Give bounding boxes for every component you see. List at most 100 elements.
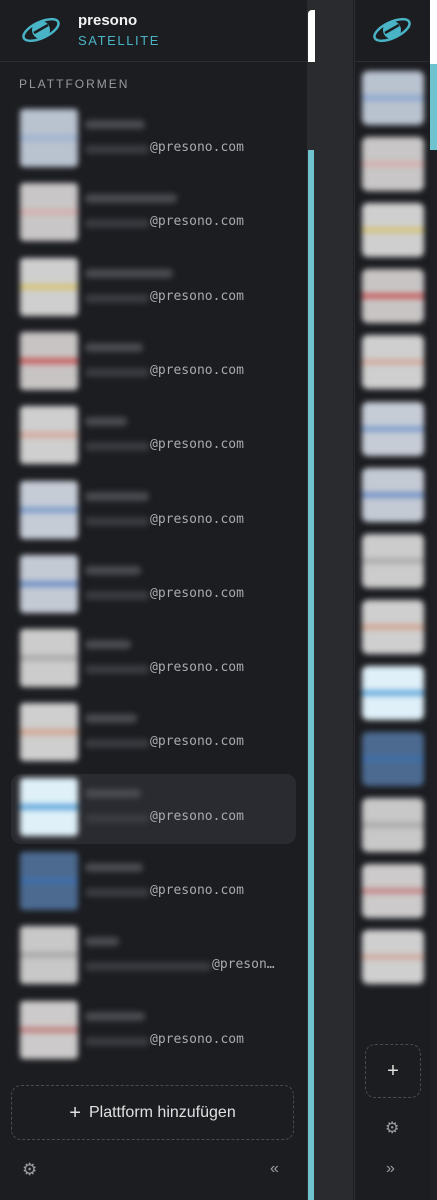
rail-platform-thumbnail[interactable] bbox=[362, 335, 424, 390]
section-title: PLATTFORMEN bbox=[19, 77, 130, 91]
platform-thumbnail bbox=[20, 703, 78, 762]
rail-platform-thumbnail[interactable] bbox=[362, 533, 424, 588]
rail-platform-thumbnail[interactable] bbox=[362, 599, 424, 654]
platform-name-redacted bbox=[85, 120, 145, 129]
collapsed-platform-rail: + ⚙ » bbox=[354, 0, 431, 1200]
collapse-sidebar-icon[interactable]: « bbox=[270, 1160, 279, 1178]
rail-platform-thumbnail[interactable] bbox=[362, 798, 424, 853]
add-platform-button[interactable]: + Plattform hinzufügen bbox=[11, 1085, 294, 1140]
platform-user-redacted bbox=[85, 219, 149, 229]
platform-thumbnail bbox=[20, 109, 78, 167]
platform-email-domain: @presono.com bbox=[150, 1031, 244, 1047]
platform-email-domain: @presono.com bbox=[150, 437, 244, 453]
platform-name-redacted bbox=[85, 491, 149, 501]
platform-user-redacted bbox=[85, 739, 149, 749]
platform-email-domain: @presono.com bbox=[150, 362, 244, 378]
platform-user-redacted bbox=[85, 145, 149, 154]
content-teal-strip bbox=[308, 150, 314, 1200]
add-platform-label: Plattform hinzufügen bbox=[88, 1103, 236, 1121]
platform-list-item[interactable]: @presono.com bbox=[11, 477, 296, 547]
platform-email-domain: @presono.com bbox=[150, 734, 244, 750]
app-content-area bbox=[308, 0, 353, 1200]
settings-gear-icon[interactable]: ⚙ bbox=[22, 1160, 37, 1180]
expand-sidebar-icon[interactable]: » bbox=[386, 1160, 395, 1178]
platform-thumbnail bbox=[20, 777, 78, 836]
platform-list-item[interactable]: @presono.com bbox=[11, 179, 296, 249]
platform-user-redacted bbox=[85, 293, 149, 303]
platform-email-domain: @presono.com bbox=[150, 288, 244, 304]
platform-list-item[interactable]: @preson… bbox=[11, 922, 296, 992]
platform-sidebar: presono SATELLITE PLATTFORMEN @presono.c… bbox=[0, 0, 308, 1200]
rail-add-platform-button[interactable]: + bbox=[365, 1044, 421, 1098]
brand-subtitle: SATELLITE bbox=[78, 33, 161, 48]
platform-thumbnail bbox=[20, 406, 78, 465]
platform-thumbnail bbox=[20, 257, 78, 316]
platform-name-redacted bbox=[85, 417, 127, 427]
rail-platform-thumbnail[interactable] bbox=[362, 137, 424, 192]
platform-list-item[interactable]: @presono.com bbox=[11, 848, 296, 918]
platform-email-domain: @presono.com bbox=[150, 214, 244, 230]
rail-platform-thumbnail[interactable] bbox=[362, 467, 424, 522]
platform-list-item[interactable]: @presono.com bbox=[11, 551, 296, 621]
platform-list-item[interactable]: @presono.com bbox=[11, 328, 296, 398]
platform-email-domain: @presono.com bbox=[150, 511, 244, 527]
plus-icon: + bbox=[69, 1101, 81, 1124]
rail-platform-thumbnail[interactable] bbox=[362, 930, 424, 985]
platform-list-item[interactable]: @presono.com bbox=[11, 402, 296, 472]
planet-logo-icon[interactable] bbox=[371, 13, 413, 47]
platform-name-redacted bbox=[85, 268, 173, 278]
rail-divider bbox=[355, 61, 430, 62]
platform-user-redacted bbox=[85, 442, 149, 452]
rail-platform-thumbnail[interactable] bbox=[362, 71, 424, 125]
content-header-strip bbox=[308, 10, 315, 62]
rail-platform-thumbnail[interactable] bbox=[362, 864, 424, 919]
platform-email-domain: @preson… bbox=[212, 957, 275, 973]
platform-name-redacted bbox=[85, 194, 177, 204]
right-content-dark bbox=[430, 150, 437, 1200]
platform-name-redacted bbox=[85, 863, 143, 872]
platform-user-redacted bbox=[85, 665, 149, 675]
platform-thumbnail bbox=[20, 480, 78, 539]
platform-name-redacted bbox=[85, 640, 131, 650]
platform-email-domain: @presono.com bbox=[150, 883, 244, 898]
planet-logo-icon[interactable] bbox=[20, 13, 62, 47]
rail-platform-thumbnail[interactable] bbox=[362, 732, 424, 786]
platform-thumbnail bbox=[20, 1000, 78, 1059]
platform-thumbnail bbox=[20, 331, 78, 390]
platform-user-redacted bbox=[85, 590, 149, 600]
platform-thumbnail bbox=[20, 629, 78, 688]
platform-name-redacted bbox=[85, 714, 137, 724]
platform-thumbnail bbox=[20, 554, 78, 613]
rail-platform-thumbnail[interactable] bbox=[362, 203, 424, 258]
platform-user-redacted bbox=[85, 888, 149, 897]
platform-name-redacted bbox=[85, 937, 119, 947]
platform-user-redacted bbox=[85, 367, 149, 377]
platform-email-domain: @presono.com bbox=[150, 808, 244, 824]
platform-user-redacted bbox=[85, 516, 149, 526]
rail-platform-thumbnail[interactable] bbox=[362, 665, 424, 720]
platform-user-redacted bbox=[85, 1036, 149, 1046]
platform-list-item[interactable]: @presono.com bbox=[11, 997, 296, 1067]
platform-email-domain: @presono.com bbox=[150, 660, 244, 676]
right-content-teal bbox=[430, 64, 437, 150]
rail-platform-thumbnail[interactable] bbox=[362, 401, 424, 456]
platform-name-redacted bbox=[85, 788, 141, 798]
platform-list: @presono.com @presono.com @presono.com @pre… bbox=[0, 104, 307, 1078]
right-content-header bbox=[430, 0, 437, 64]
platform-thumbnail bbox=[20, 926, 78, 985]
platform-list-item[interactable]: @presono.com bbox=[11, 625, 296, 695]
plus-icon: + bbox=[387, 1059, 399, 1082]
rail-settings-gear-icon[interactable]: ⚙ bbox=[385, 1118, 399, 1138]
platform-list-item[interactable]: @presono.com bbox=[11, 773, 296, 844]
platform-thumbnail bbox=[20, 852, 78, 910]
platform-name-redacted bbox=[85, 565, 141, 575]
platform-thumbnail bbox=[20, 183, 78, 242]
rail-platform-thumbnail[interactable] bbox=[362, 269, 424, 324]
brand-header: presono SATELLITE bbox=[0, 0, 307, 62]
platform-email-domain: @presono.com bbox=[150, 140, 244, 155]
platform-list-item[interactable]: @presono.com bbox=[11, 699, 296, 769]
platform-user-redacted bbox=[85, 962, 211, 972]
platform-email-domain: @presono.com bbox=[150, 585, 244, 601]
platform-list-item[interactable]: @presono.com bbox=[11, 105, 296, 175]
platform-list-item[interactable]: @presono.com bbox=[11, 254, 296, 324]
